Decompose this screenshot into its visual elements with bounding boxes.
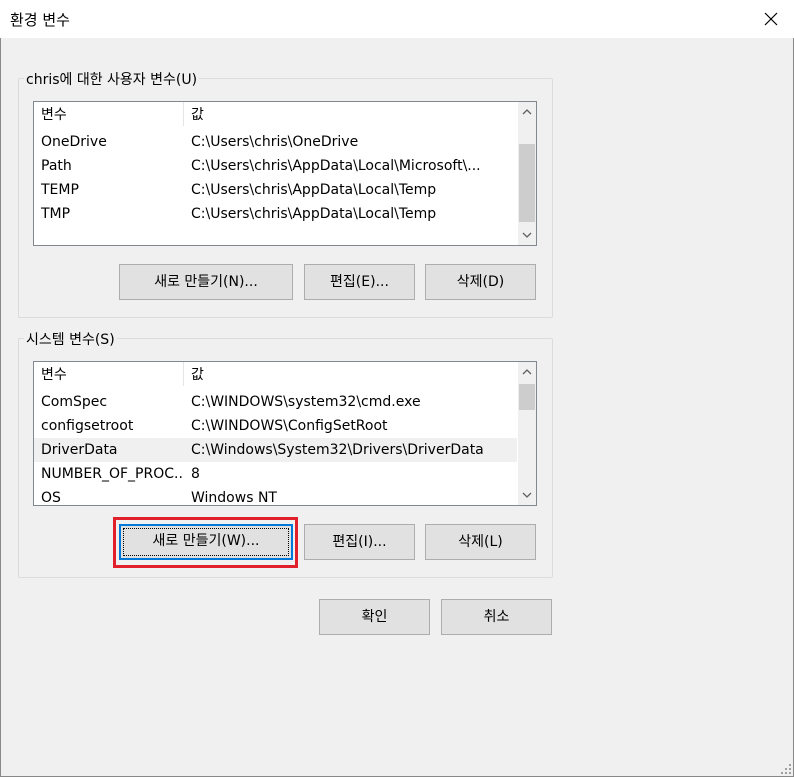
table-row[interactable]: TEMP C:\Users\chris\AppData\Local\Temp — [34, 178, 517, 202]
var-value: C:\Users\chris\AppData\Local\Temp — [191, 182, 437, 198]
column-header-variable[interactable]: 변수 — [34, 362, 184, 386]
var-value: C:\Users\chris\AppData\Local\Temp — [191, 206, 437, 222]
system-vars-group-label: 시스템 변수(S) — [24, 329, 117, 349]
chevron-down-icon — [522, 492, 532, 498]
chevron-up-icon — [522, 369, 532, 375]
ok-button[interactable]: 확인 — [319, 599, 430, 635]
scroll-thumb[interactable] — [519, 384, 535, 410]
vertical-scrollbar[interactable] — [518, 102, 536, 245]
close-button[interactable] — [748, 0, 794, 38]
user-delete-button[interactable]: 삭제(D) — [425, 264, 536, 300]
resize-grip-icon[interactable] — [780, 763, 792, 775]
user-vars-group-label: chris에 대한 사용자 변수(U) — [24, 69, 200, 89]
scroll-up-button[interactable] — [518, 103, 536, 121]
column-header-value[interactable]: 값 — [184, 362, 204, 388]
cancel-button[interactable]: 취소 — [441, 599, 552, 635]
user-edit-button[interactable]: 편집(E)... — [304, 264, 415, 300]
user-vars-list[interactable]: 변수 값 OneDrive C:\Users\chris\OneDrive Pa… — [33, 101, 537, 246]
var-name: OS — [41, 490, 61, 506]
list-header: 변수 값 — [34, 102, 518, 126]
table-row-selected[interactable]: DriverData C:\Windows\System32\Drivers\D… — [34, 438, 517, 462]
table-row[interactable]: OneDrive C:\Users\chris\OneDrive — [34, 130, 517, 154]
user-new-button[interactable]: 새로 만들기(N)... — [119, 264, 293, 300]
var-value: C:\Users\chris\AppData\Local\Microsoft\.… — [191, 158, 481, 174]
scroll-down-button[interactable] — [518, 226, 536, 244]
var-value: C:\Windows\System32\Drivers\DriverData — [191, 442, 484, 458]
system-edit-button[interactable]: 편집(I)... — [304, 524, 415, 560]
highlight-annotation — [113, 517, 298, 568]
var-name: TMP — [41, 206, 71, 222]
vertical-scrollbar[interactable] — [518, 362, 536, 505]
column-header-value[interactable]: 값 — [184, 102, 204, 128]
var-value: C:\WINDOWS\ConfigSetRoot — [191, 418, 388, 434]
table-row[interactable]: TMP C:\Users\chris\AppData\Local\Temp — [34, 202, 517, 226]
chevron-down-icon — [522, 232, 532, 238]
table-row[interactable]: configsetroot C:\WINDOWS\ConfigSetRoot — [34, 414, 517, 438]
var-name: OneDrive — [41, 134, 107, 150]
close-icon — [764, 12, 778, 26]
scroll-thumb[interactable] — [519, 144, 535, 222]
list-header: 변수 값 — [34, 362, 518, 386]
table-row[interactable]: OS Windows NT — [34, 486, 517, 506]
table-row[interactable]: ComSpec C:\WINDOWS\system32\cmd.exe — [34, 390, 517, 414]
var-value: C:\WINDOWS\system32\cmd.exe — [191, 394, 421, 410]
table-row[interactable]: Path C:\Users\chris\AppData\Local\Micros… — [34, 154, 517, 178]
window-title: 환경 변수 — [10, 11, 70, 29]
scroll-down-button[interactable] — [518, 486, 536, 504]
system-vars-list[interactable]: 변수 값 ComSpec C:\WINDOWS\system32\cmd.exe… — [33, 361, 537, 506]
chevron-up-icon — [522, 109, 532, 115]
system-delete-button[interactable]: 삭제(L) — [425, 524, 536, 560]
table-row[interactable]: NUMBER_OF_PROC... 8 — [34, 462, 517, 486]
var-name: ComSpec — [41, 394, 108, 410]
column-header-variable[interactable]: 변수 — [34, 102, 184, 126]
var-value: 8 — [191, 466, 200, 482]
var-name: NUMBER_OF_PROC... — [41, 466, 184, 482]
scroll-up-button[interactable] — [518, 363, 536, 381]
var-name: DriverData — [41, 442, 118, 458]
var-value: Windows NT — [191, 490, 277, 506]
var-value: C:\Users\chris\OneDrive — [191, 134, 359, 150]
var-name: configsetroot — [41, 418, 134, 434]
title-bar: 환경 변수 — [0, 0, 794, 38]
var-name: TEMP — [41, 182, 79, 198]
var-name: Path — [41, 158, 72, 174]
